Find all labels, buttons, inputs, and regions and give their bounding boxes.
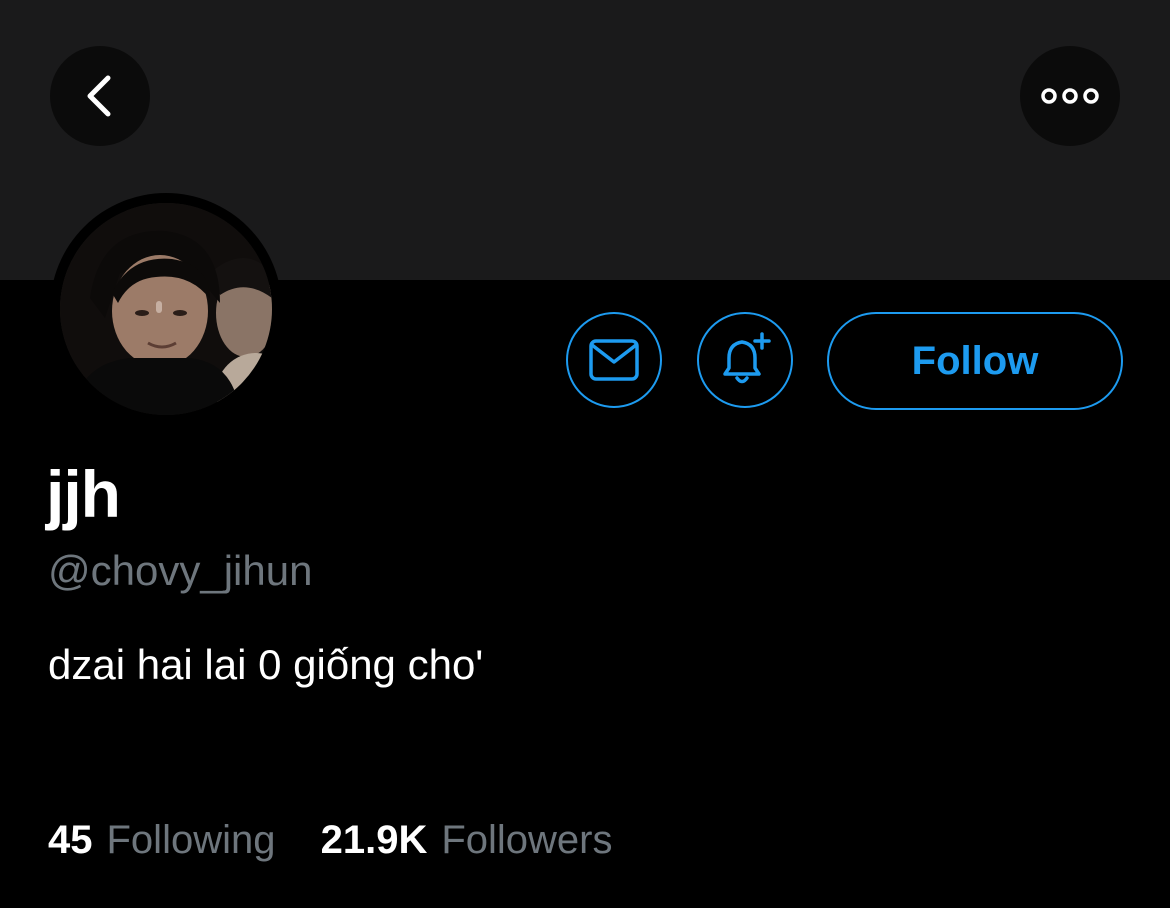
followers-label: Followers (441, 818, 613, 862)
profile-handle: @chovy_jihun (48, 547, 313, 594)
followers-count: 21.9K (320, 818, 428, 862)
profile-bio: dzai hai lai 0 giống cho' (48, 641, 484, 688)
more-options-button[interactable] (1020, 46, 1120, 146)
bell-plus-icon (723, 332, 771, 384)
avatar-photo (60, 203, 272, 415)
following-count: 45 (48, 818, 93, 862)
avatar[interactable] (60, 203, 272, 415)
following-stat[interactable]: 45 Following (48, 818, 287, 862)
notifications-button[interactable] (697, 312, 793, 408)
display-name: jjh (46, 457, 121, 531)
avatar-frame (50, 193, 282, 425)
envelope-icon (589, 339, 639, 381)
follow-button[interactable]: Follow (827, 312, 1123, 410)
following-label: Following (106, 818, 276, 862)
followers-stat[interactable]: 21.9K Followers (321, 818, 613, 862)
message-button[interactable] (566, 312, 662, 408)
chevron-left-icon (87, 75, 111, 117)
follow-stats: 45 Following 21.9K Followers (48, 815, 613, 865)
back-button[interactable] (50, 46, 150, 146)
more-horizontal-icon (1041, 88, 1099, 104)
